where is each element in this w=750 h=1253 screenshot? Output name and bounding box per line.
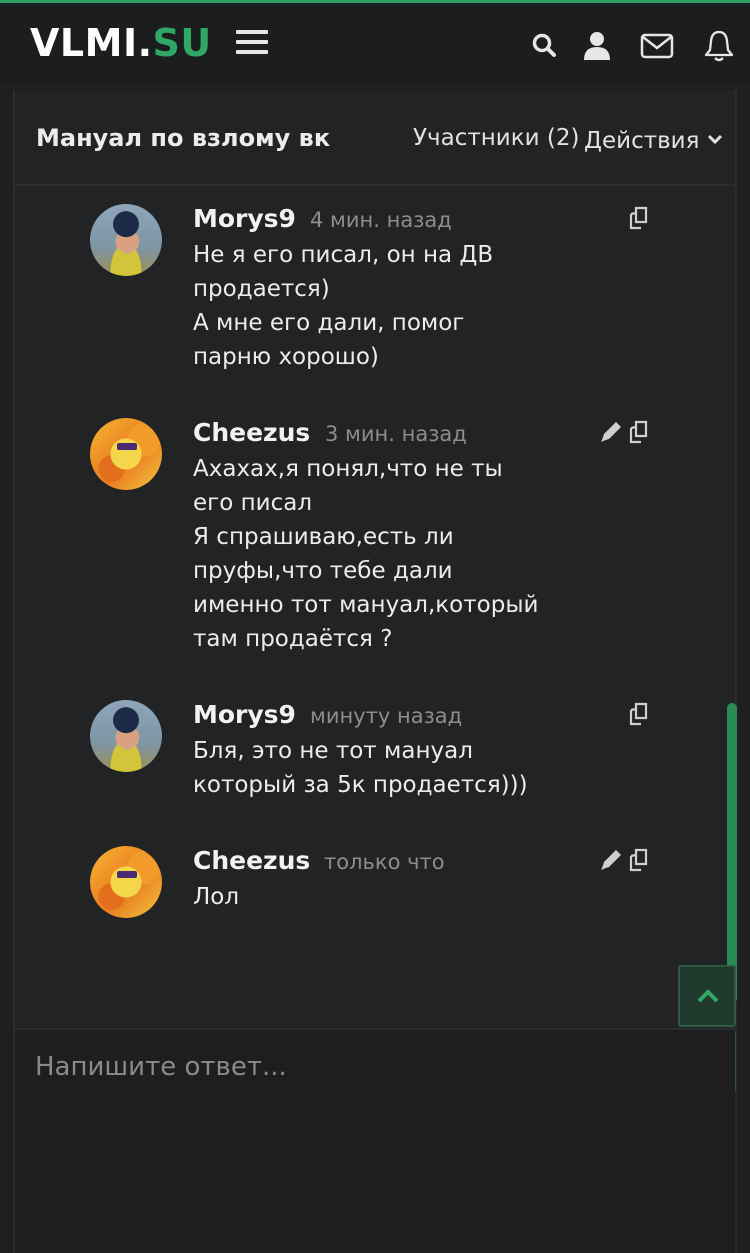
menu-icon[interactable]: [236, 30, 268, 56]
site-logo[interactable]: VLMI.SU: [30, 21, 212, 65]
actions-dropdown[interactable]: Действия: [584, 125, 723, 154]
message-list: Morys9 4 мин. назад Не я его писал, он н…: [15, 188, 735, 1030]
message-author[interactable]: Morys9: [193, 204, 296, 233]
participants-button[interactable]: Участники (2): [413, 125, 579, 151]
edit-pencil-icon[interactable]: [597, 418, 625, 446]
message-author[interactable]: Cheezus: [193, 846, 310, 875]
message-time: 4 мин. назад: [310, 208, 452, 232]
message-time: минуту назад: [310, 704, 463, 728]
reply-input[interactable]: [35, 1052, 655, 1232]
conversation-panel: Мануал по взлому вк Участники (2) Действ…: [13, 90, 737, 1253]
bell-icon[interactable]: [702, 29, 736, 63]
conversation-title: Мануал по взлому вк: [36, 124, 331, 152]
chevron-down-icon: [707, 125, 723, 151]
top-navigation-bar: VLMI.SU: [0, 0, 750, 82]
message-text: Лол: [193, 884, 240, 910]
edit-pencil-icon[interactable]: [597, 846, 625, 874]
message-text: Ахахах,я понял,что не ты его писал Я спр…: [193, 456, 539, 652]
actions-label: Действия: [584, 128, 700, 154]
message-text: Не я его писал, он на ДВ продается) А мн…: [193, 242, 494, 370]
logo-main-text: VLMI.: [30, 21, 153, 65]
message-author[interactable]: Morys9: [193, 700, 296, 729]
avatar[interactable]: [90, 846, 162, 918]
copy-icon[interactable]: [627, 204, 655, 232]
avatar[interactable]: [90, 700, 162, 772]
avatar[interactable]: [90, 418, 162, 490]
message-text: Бля, это не тот мануал который за 5к про…: [193, 738, 528, 798]
copy-icon[interactable]: [627, 846, 655, 874]
reply-editor: [15, 1028, 735, 1253]
mail-icon[interactable]: [640, 29, 674, 63]
chevron-up-icon: [697, 989, 719, 1003]
user-icon[interactable]: [580, 29, 614, 63]
copy-icon[interactable]: [627, 418, 655, 446]
message-time: 3 мин. назад: [325, 422, 467, 446]
logo-accent-text: SU: [152, 21, 212, 65]
scroll-up-button[interactable]: [678, 965, 736, 1027]
conversation-header: Мануал по взлому вк Участники (2) Действ…: [15, 90, 735, 186]
message-time: только что: [324, 850, 445, 874]
message-author[interactable]: Cheezus: [193, 418, 310, 447]
search-icon[interactable]: [528, 29, 562, 63]
scrollbar-thumb[interactable]: [727, 703, 737, 1003]
copy-icon[interactable]: [627, 700, 655, 728]
avatar[interactable]: [90, 204, 162, 276]
